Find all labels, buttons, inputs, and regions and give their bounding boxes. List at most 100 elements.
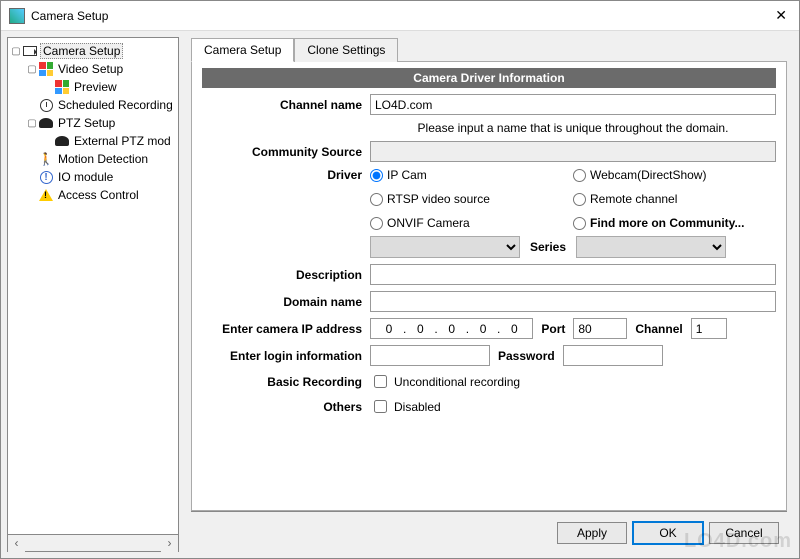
body: ▢ Camera Setup ▢ Video Setup Preview (1, 31, 799, 558)
tab-clone-settings[interactable]: Clone Settings (294, 38, 398, 62)
channel-input[interactable] (691, 318, 727, 339)
domain-name-input[interactable] (370, 291, 776, 312)
tree-label: External PTZ mod (72, 134, 173, 148)
tree-label: Preview (72, 80, 119, 94)
collapse-icon[interactable]: ▢ (26, 64, 38, 75)
driver-rtsp-label: RTSP video source (387, 192, 490, 206)
driver-webcam[interactable]: Webcam(DirectShow) (573, 168, 776, 182)
driver-webcam-radio[interactable] (573, 169, 586, 182)
titlebar: Camera Setup ✕ (1, 1, 799, 31)
port-input[interactable] (573, 318, 627, 339)
grid-icon (38, 61, 54, 77)
tree-motion-detection[interactable]: 🚶 Motion Detection (10, 150, 176, 168)
ip-octet-3[interactable]: 0 (440, 322, 464, 336)
driver-webcam-label: Webcam(DirectShow) (590, 168, 706, 182)
login-label: Enter login information (202, 349, 362, 363)
driver-remote-label: Remote channel (590, 192, 677, 206)
login-input[interactable] (370, 345, 490, 366)
tree-external-ptz[interactable]: External PTZ mod (10, 132, 176, 150)
brand-select[interactable] (370, 236, 520, 258)
driver-options: IP Cam Webcam(DirectShow) RTSP video sou… (370, 168, 776, 230)
disabled-option[interactable]: Disabled (370, 397, 776, 416)
tree-preview[interactable]: Preview (10, 78, 176, 96)
unconditional-recording-checkbox[interactable] (374, 375, 387, 388)
scroll-left-icon[interactable]: ‹ (8, 535, 25, 552)
tree-ptz-setup[interactable]: ▢ PTZ Setup (10, 114, 176, 132)
domain-name-label: Domain name (202, 295, 362, 309)
collapse-icon[interactable]: ▢ (10, 46, 22, 57)
tree-label: Camera Setup (40, 43, 123, 59)
tree-label: Video Setup (56, 62, 125, 76)
ip-address-input[interactable]: 0. 0. 0. 0. 0 (370, 318, 533, 339)
ip-octet-2[interactable]: 0 (408, 322, 432, 336)
driver-onvif[interactable]: ONVIF Camera (370, 216, 573, 230)
driver-onvif-radio[interactable] (370, 217, 383, 230)
tree-io-module[interactable]: ! IO module (10, 168, 176, 186)
close-button[interactable]: ✕ (771, 7, 791, 24)
disabled-checkbox[interactable] (374, 400, 387, 413)
series-label: Series (530, 240, 566, 254)
disabled-label: Disabled (394, 400, 441, 414)
tree-access-control[interactable]: Access Control (10, 186, 176, 204)
ip-octet-4[interactable]: 0 (471, 322, 495, 336)
community-source-label: Community Source (202, 145, 362, 159)
collapse-icon[interactable]: ▢ (26, 118, 38, 129)
driver-rtsp-radio[interactable] (370, 193, 383, 206)
ip-row: 0. 0. 0. 0. 0 Port Channel (370, 318, 776, 339)
tree-label: Access Control (56, 188, 141, 202)
camera-icon (22, 43, 38, 59)
password-label: Password (498, 349, 555, 363)
others-label: Others (202, 400, 362, 414)
apply-button[interactable]: Apply (557, 522, 627, 544)
tabs: Camera Setup Clone Settings (191, 37, 787, 62)
app-icon (9, 8, 25, 24)
tree-scrollbar[interactable]: ‹ › (7, 535, 179, 552)
ok-button[interactable]: OK (633, 522, 703, 544)
driver-community[interactable]: Find more on Community... (573, 216, 776, 230)
ip-address-label: Enter camera IP address (202, 322, 362, 336)
tree-label: Scheduled Recording (56, 98, 175, 112)
window: Camera Setup ✕ ▢ Camera Setup ▢ Video Se… (0, 0, 800, 559)
main-panel: Camera Setup Clone Settings Camera Drive… (179, 37, 793, 552)
basic-recording-label: Basic Recording (202, 375, 362, 389)
ptz-icon (38, 115, 54, 131)
tab-camera-setup[interactable]: Camera Setup (191, 38, 294, 62)
cancel-button[interactable]: Cancel (709, 522, 779, 544)
driver-remote[interactable]: Remote channel (573, 192, 776, 206)
driver-ipcam-radio[interactable] (370, 169, 383, 182)
driver-label: Driver (202, 168, 362, 182)
driver-rtsp[interactable]: RTSP video source (370, 192, 573, 206)
tree-scheduled-recording[interactable]: Scheduled Recording (10, 96, 176, 114)
tree: ▢ Camera Setup ▢ Video Setup Preview (7, 37, 179, 535)
button-bar: Apply OK Cancel (191, 511, 787, 552)
community-source-input[interactable] (370, 141, 776, 162)
channel-name-hint: Please input a name that is unique throu… (370, 121, 776, 135)
scroll-right-icon[interactable]: › (161, 535, 178, 552)
driver-ipcam[interactable]: IP Cam (370, 168, 573, 182)
driver-ipcam-label: IP Cam (387, 168, 427, 182)
login-row: Password (370, 345, 776, 366)
driver-selects: Series (370, 236, 776, 258)
tree-label: Motion Detection (56, 152, 150, 166)
driver-community-radio[interactable] (573, 217, 586, 230)
form: Channel name Please input a name that is… (202, 94, 776, 416)
warning-icon (38, 187, 54, 203)
tree-video-setup[interactable]: ▢ Video Setup (10, 60, 176, 78)
window-title: Camera Setup (31, 9, 771, 23)
ip-octet-5[interactable]: 0 (502, 322, 526, 336)
channel-name-input[interactable] (370, 94, 776, 115)
password-input[interactable] (563, 345, 663, 366)
ptz-icon (54, 133, 70, 149)
person-icon: 🚶 (38, 151, 54, 167)
ip-octet-1[interactable]: 0 (377, 322, 401, 336)
description-input[interactable] (370, 264, 776, 285)
clock-icon (38, 97, 54, 113)
tree-camera-setup[interactable]: ▢ Camera Setup (10, 42, 176, 60)
sidebar: ▢ Camera Setup ▢ Video Setup Preview (7, 37, 179, 552)
grid-icon (54, 79, 70, 95)
unconditional-recording[interactable]: Unconditional recording (370, 372, 776, 391)
description-label: Description (202, 268, 362, 282)
driver-remote-radio[interactable] (573, 193, 586, 206)
section-header: Camera Driver Information (202, 68, 776, 88)
series-select[interactable] (576, 236, 726, 258)
